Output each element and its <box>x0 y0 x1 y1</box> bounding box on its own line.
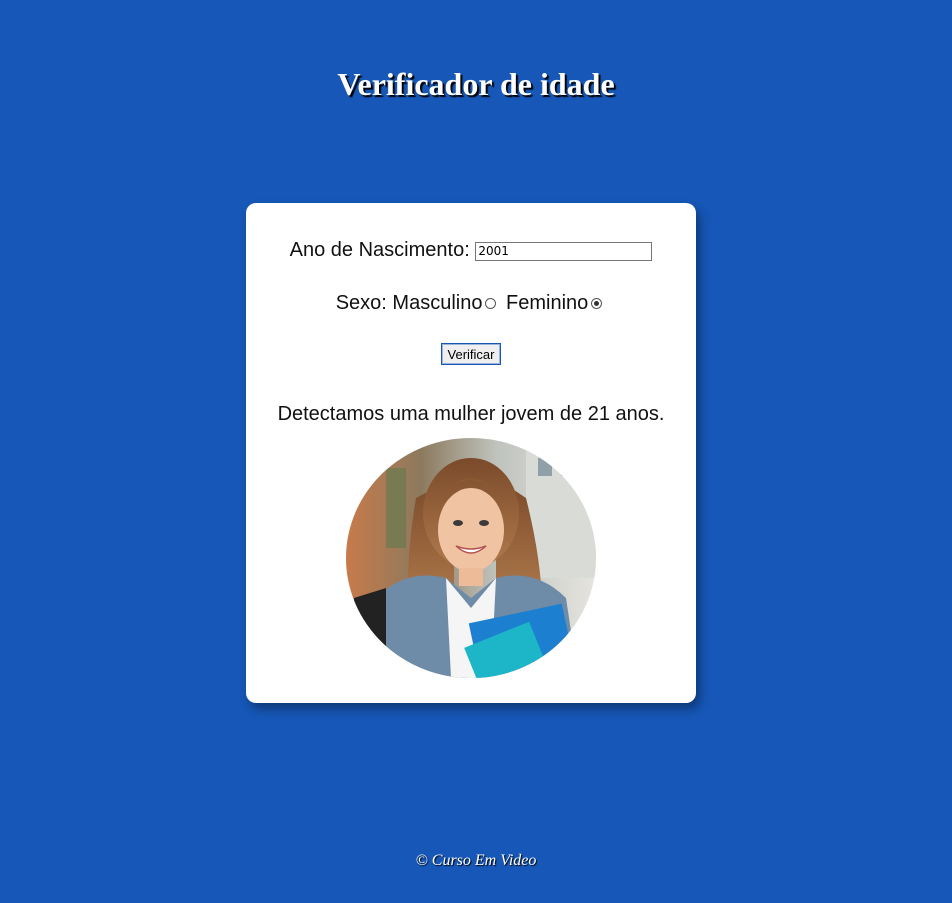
footer-copyright: © Curso Em Video <box>415 852 537 869</box>
male-radio[interactable] <box>485 298 497 309</box>
young-woman-photo-illustration <box>346 438 596 678</box>
result-message: Detectamos uma mulher jovem de 21 anos. <box>277 403 665 425</box>
result-photo <box>346 438 596 678</box>
female-radio[interactable] <box>591 298 603 309</box>
sex-label: Sexo: <box>335 292 387 314</box>
age-checker-card: Ano de Nascimento: Sexo: Masculino Femin… <box>246 203 696 703</box>
sex-row: Sexo: Masculino Feminino <box>246 292 696 315</box>
birth-year-row: Ano de Nascimento: <box>246 239 696 262</box>
verify-button-wrap: Verificar <box>246 343 696 365</box>
birth-year-input[interactable] <box>475 241 653 261</box>
female-option-label[interactable]: Feminino <box>506 292 588 314</box>
page-title: Verificador de idade <box>337 66 615 102</box>
verify-button[interactable]: Verificar <box>440 343 502 365</box>
birth-year-label: Ano de Nascimento: <box>289 239 470 261</box>
male-option-label[interactable]: Masculino <box>392 292 482 314</box>
